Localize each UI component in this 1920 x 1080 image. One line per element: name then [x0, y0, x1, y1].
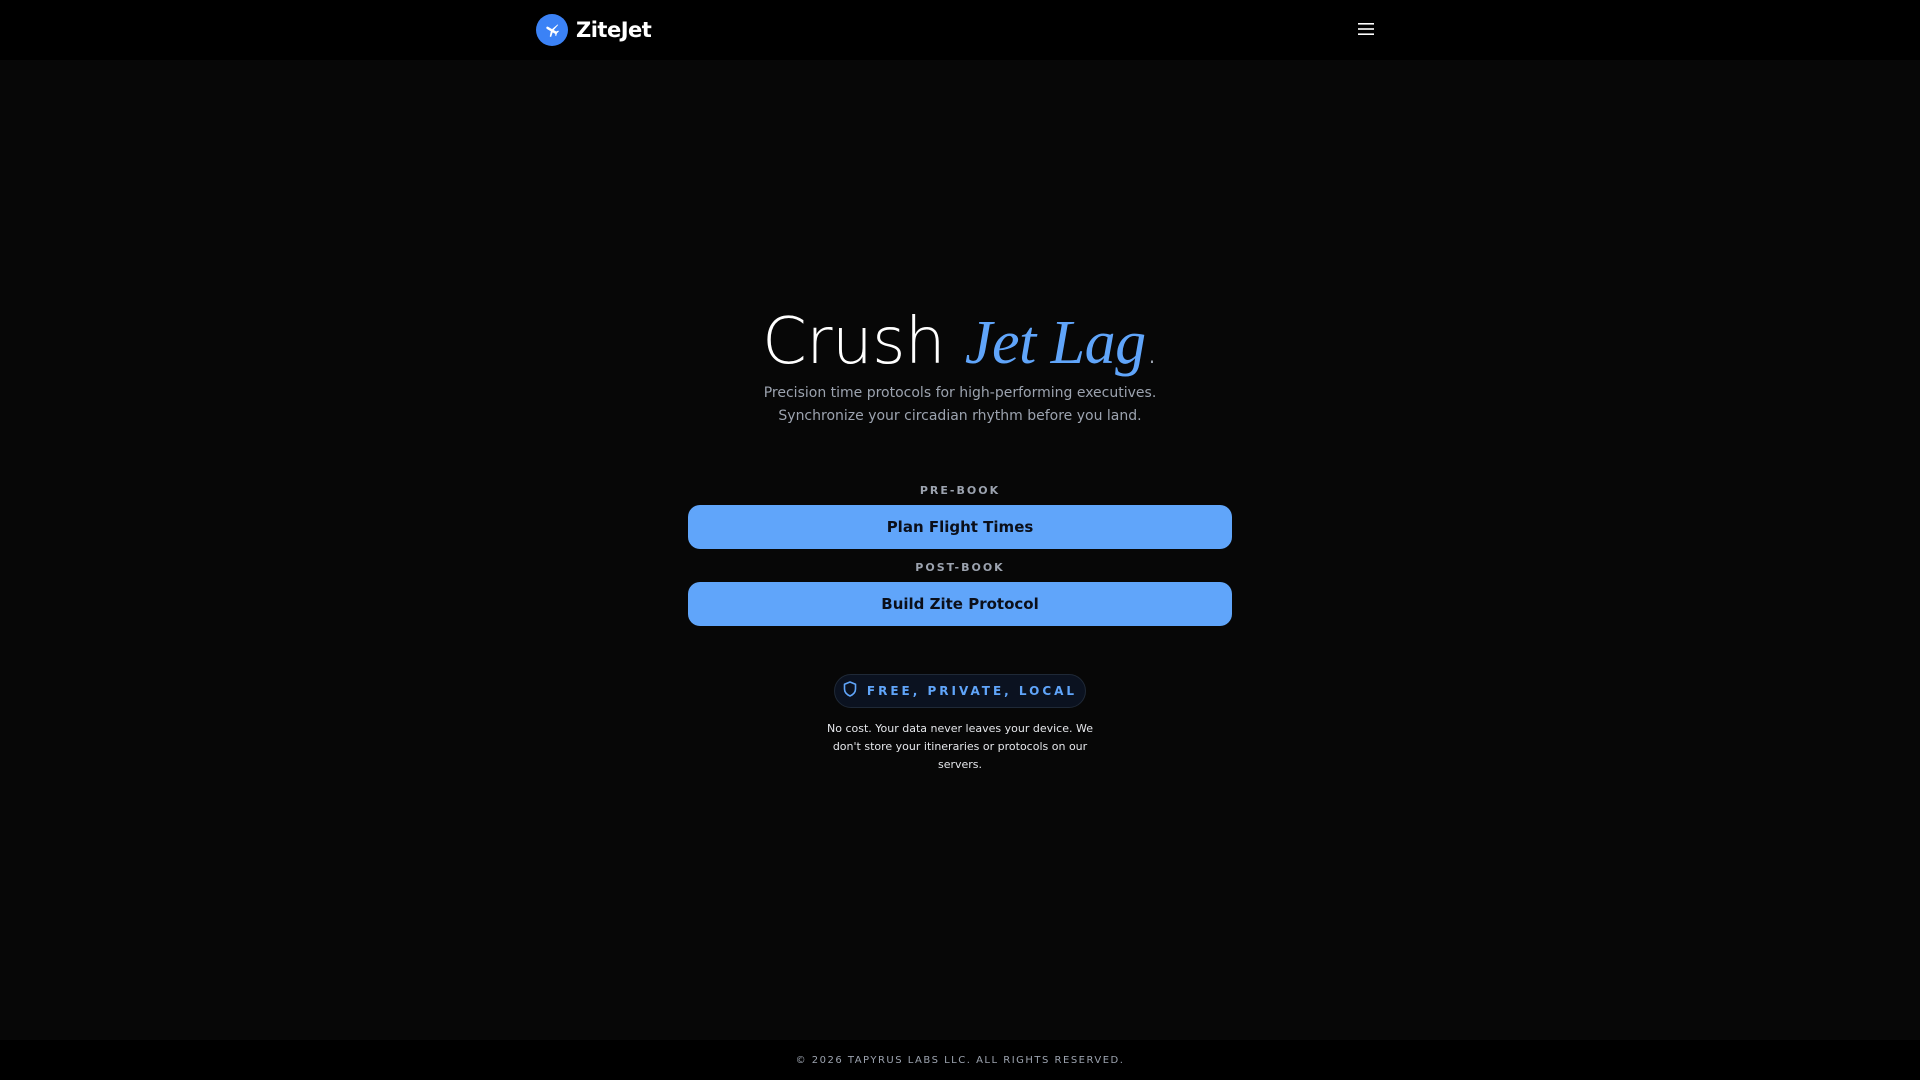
build-zite-protocol-button[interactable]: Build Zite Protocol: [688, 582, 1232, 626]
page: ZiteJet Crush Jet Lag. Precision time pr…: [0, 0, 1920, 1080]
privacy-note: No cost. Your data never leaves your dev…: [827, 722, 1093, 771]
hamburger-menu-icon: [1358, 22, 1374, 39]
hero-title: Crush Jet Lag.: [0, 302, 1920, 390]
site-header: ZiteJet: [0, 0, 1920, 60]
hero-title-dot: .: [1145, 327, 1159, 373]
prebook-label: PRE-BOOK: [919, 484, 1001, 497]
privacy-badge: FREE, PRIVATE, LOCAL: [834, 674, 1086, 708]
brand-home-link[interactable]: ZiteJet: [536, 14, 652, 46]
brand-name: ZiteJet: [576, 18, 652, 42]
menu-button[interactable]: [1354, 18, 1378, 42]
hero-title-main: Crush: [762, 305, 965, 379]
plan-flight-times-button[interactable]: Plan Flight Times: [688, 505, 1232, 549]
postbook-label: POST-BOOK: [915, 561, 1005, 574]
shield-icon: [843, 681, 857, 701]
footer-copyright: © 2026 TAPYRUS LABS LLC. ALL RIGHTS RESE…: [795, 1054, 1125, 1066]
hero-subtitle: Precision time protocols for high-perfor…: [763, 385, 1157, 424]
site-footer: © 2026 TAPYRUS LABS LLC. ALL RIGHTS RESE…: [0, 1040, 1920, 1080]
privacy-badge-text: FREE, PRIVATE, LOCAL: [866, 684, 1078, 698]
airplane-icon: [536, 14, 568, 46]
hero-title-accent: Jet Lag: [964, 309, 1146, 377]
